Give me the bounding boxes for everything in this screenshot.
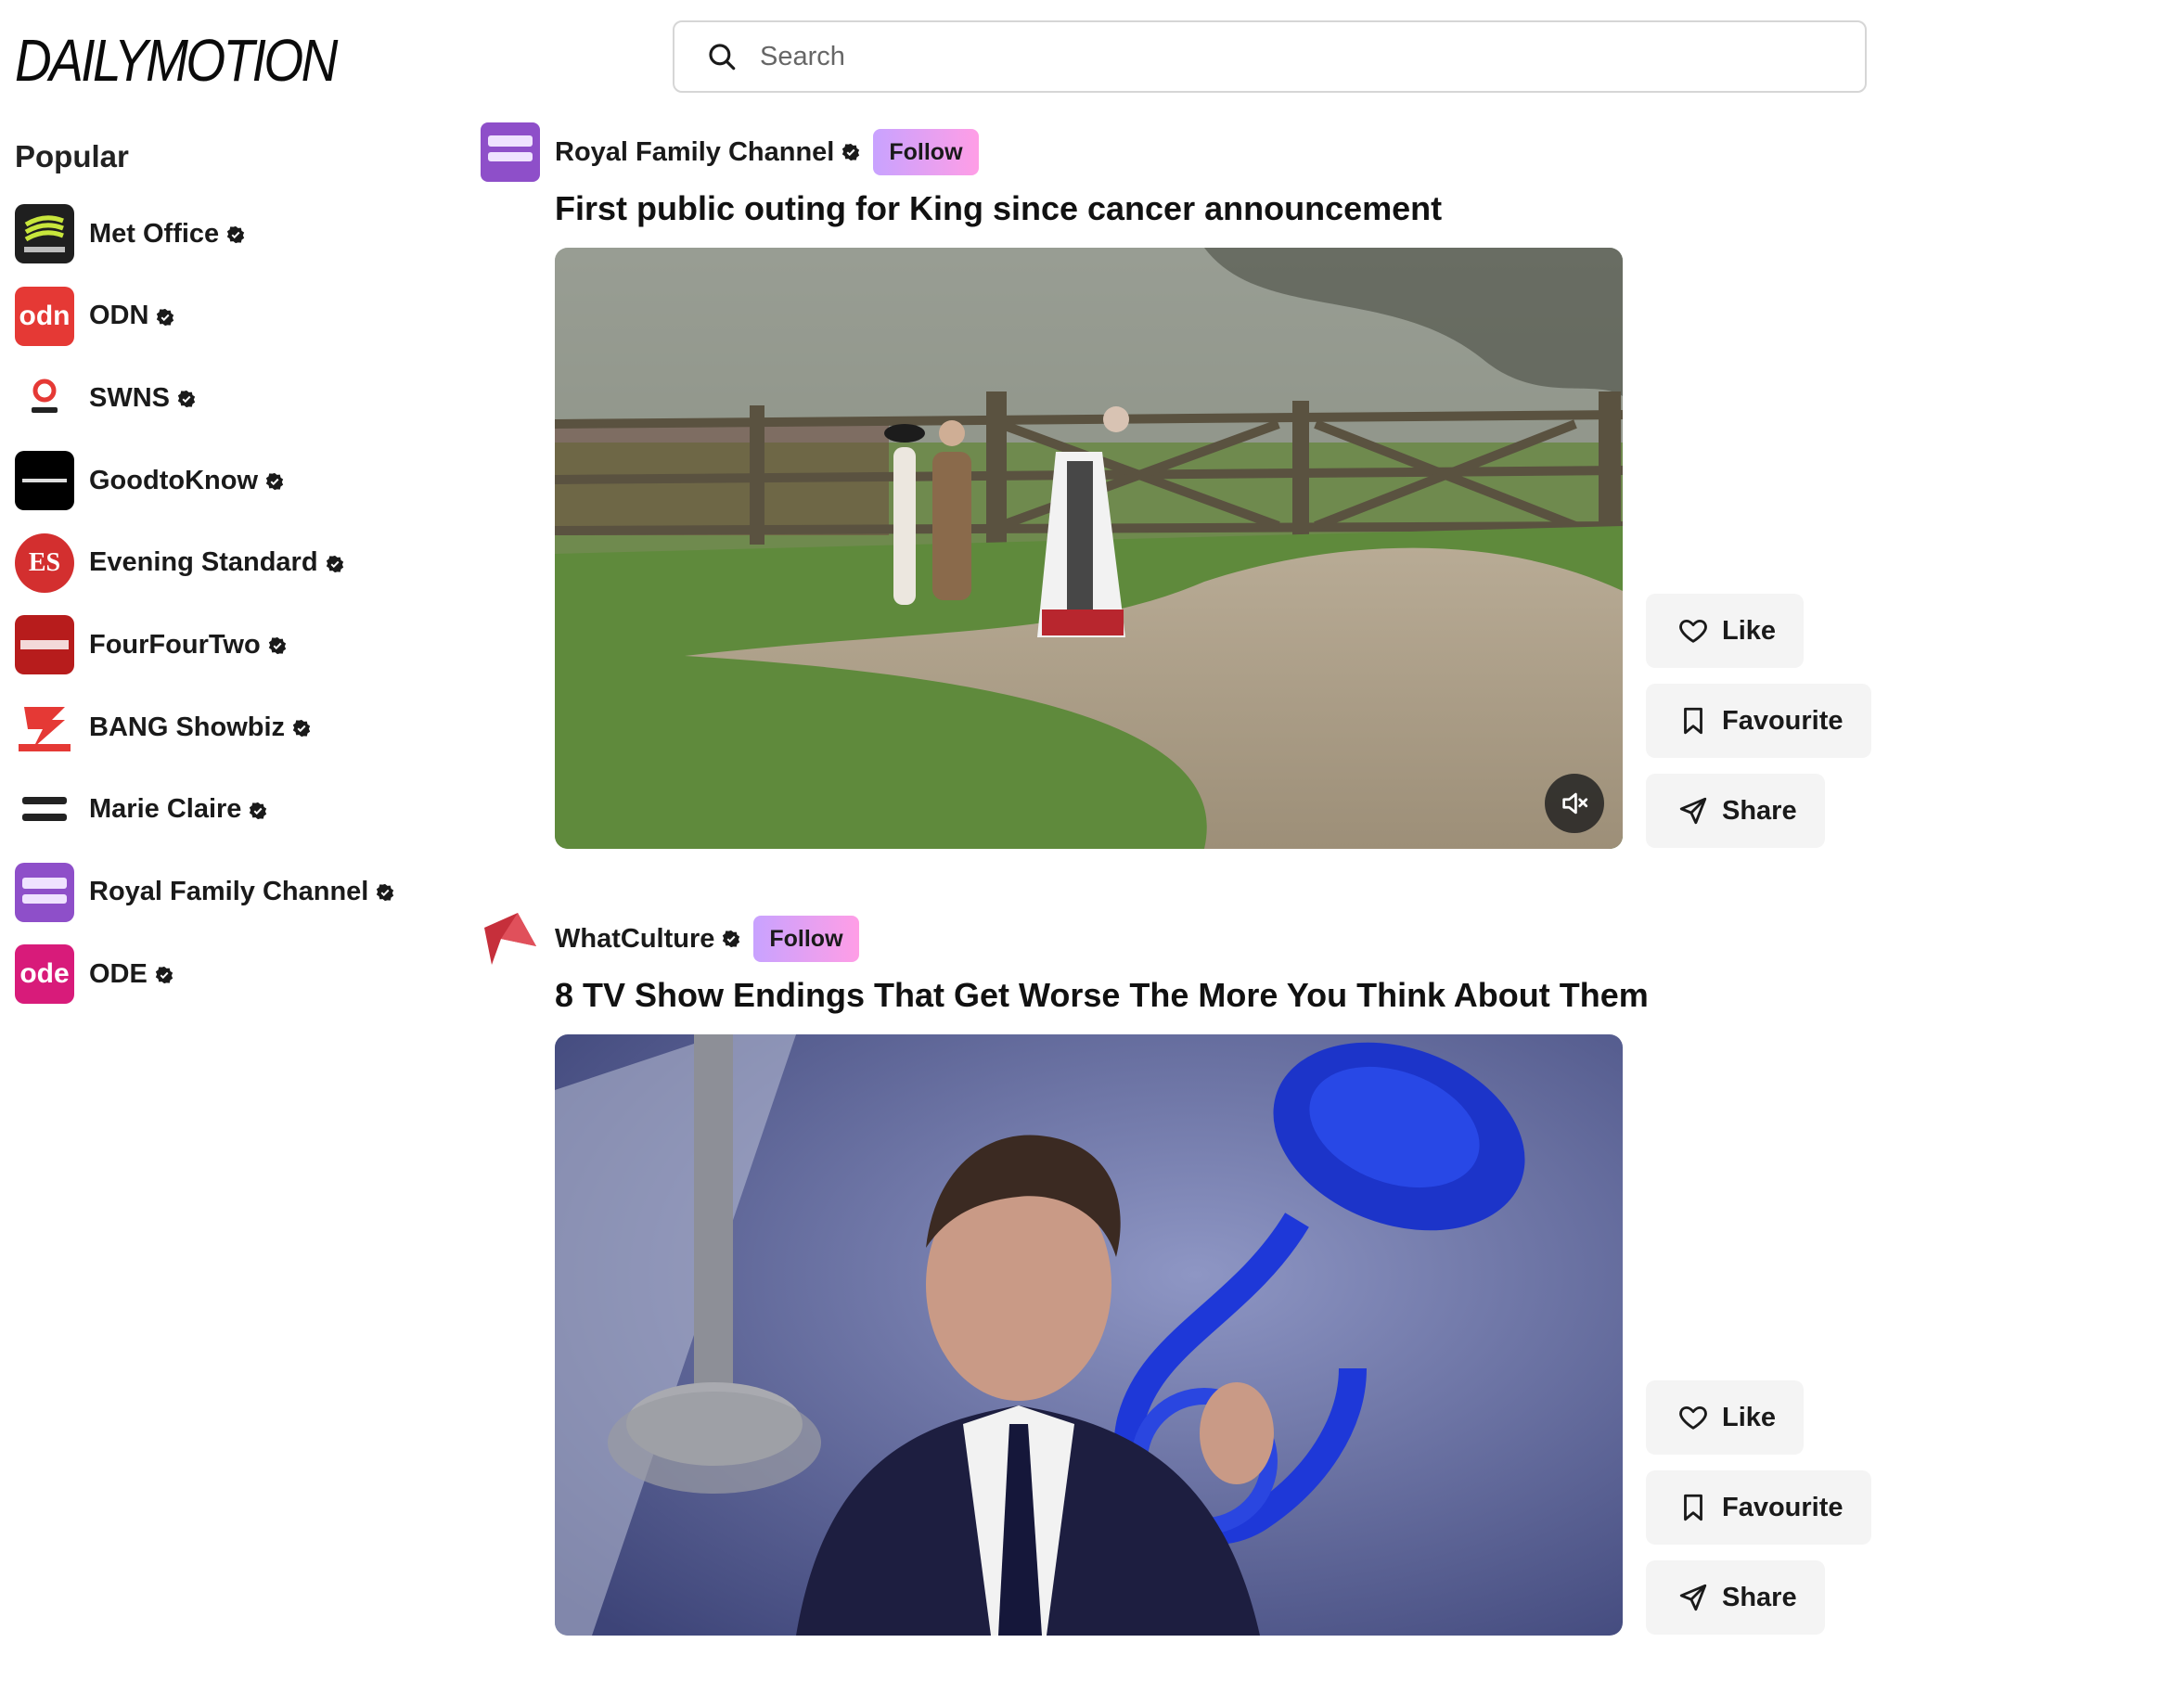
sidebar-item-fourfourtwo[interactable]: FourFourTwo — [15, 615, 394, 675]
verified-icon — [227, 225, 245, 244]
verified-icon — [265, 472, 284, 491]
verified-icon — [842, 143, 860, 161]
video-thumbnail — [555, 1034, 1623, 1636]
volume-muted-icon — [1562, 792, 1588, 815]
video-player[interactable] — [555, 248, 1623, 849]
heart-icon — [1679, 619, 1707, 643]
sidebar-item-label: BANG Showbiz — [89, 712, 311, 743]
verified-icon — [723, 930, 740, 948]
channel-name[interactable]: Royal Family Channel — [555, 137, 834, 168]
odn-avatar: odn — [15, 286, 74, 346]
sidebar-item-marie-claire[interactable]: Marie Claire — [15, 779, 394, 840]
search-input[interactable] — [758, 40, 1782, 73]
verified-icon — [155, 966, 173, 984]
like-button[interactable]: Like — [1646, 1380, 1805, 1455]
favourite-button[interactable]: Favourite — [1646, 684, 1871, 758]
share-label: Share — [1722, 1582, 1797, 1612]
video-card: Royal Family Channel Follow First public… — [481, 122, 1872, 855]
video-actions: Like Favourite Share — [1646, 1380, 1871, 1650]
mute-button[interactable] — [1545, 774, 1604, 833]
channel-row: Royal Family Channel Follow — [555, 128, 979, 176]
verified-icon — [157, 308, 174, 326]
heart-icon — [1679, 1405, 1707, 1430]
search-icon — [709, 44, 736, 71]
channel-avatar[interactable] — [481, 909, 540, 969]
follow-button[interactable]: Follow — [753, 916, 859, 962]
sidebar-item-label: GoodtoKnow — [89, 466, 284, 496]
sidebar-item-label: FourFourTwo — [89, 630, 287, 661]
channel-row: WhatCulture Follow — [555, 915, 859, 963]
send-icon — [1679, 797, 1707, 825]
video-title[interactable]: First public outing for King since cance… — [555, 189, 1442, 228]
evening-standard-avatar: ES — [15, 533, 74, 593]
share-label: Share — [1722, 795, 1797, 826]
marie-claire-avatar — [15, 779, 74, 840]
verified-icon — [250, 802, 267, 819]
sidebar-item-label: ODN — [89, 301, 174, 331]
sidebar-item-swns[interactable]: SWNS — [15, 368, 394, 429]
ode-avatar: ode — [15, 944, 74, 1005]
goodtoknow-avatar — [15, 451, 74, 511]
search-bar[interactable] — [673, 20, 1867, 93]
video-actions: Like Favourite Share — [1646, 594, 1871, 864]
share-button[interactable]: Share — [1646, 774, 1825, 848]
sidebar-item-label: ODE — [89, 959, 173, 990]
fourfourtwo-avatar — [15, 615, 74, 675]
channel-name[interactable]: WhatCulture — [555, 924, 714, 955]
sidebar-item-label: SWNS — [89, 383, 196, 414]
sidebar-item-met-office[interactable]: Met Office — [15, 204, 394, 263]
favourite-label: Favourite — [1722, 1492, 1844, 1522]
dailymotion-logo[interactable]: DAILYMOTION — [15, 26, 338, 95]
follow-button[interactable]: Follow — [873, 129, 979, 175]
video-player[interactable] — [555, 1034, 1623, 1636]
sidebar-title: Popular — [15, 139, 129, 173]
verified-icon — [377, 884, 394, 902]
sidebar-item-royal-family-channel[interactable]: Royal Family Channel — [15, 862, 394, 922]
like-label: Like — [1722, 615, 1777, 646]
sidebar-item-label: Evening Standard — [89, 547, 344, 578]
royal-family-avatar — [15, 862, 74, 922]
sidebar-item-label: Royal Family Channel — [89, 877, 394, 907]
sidebar-item-bang-showbiz[interactable]: BANG Showbiz — [15, 698, 394, 758]
channel-avatar[interactable] — [481, 122, 540, 182]
bookmark-icon — [1684, 1494, 1702, 1521]
met-office-avatar — [15, 204, 74, 263]
swns-avatar — [15, 368, 74, 429]
verified-icon — [268, 637, 286, 655]
video-title[interactable]: 8 TV Show Endings That Get Worse The Mor… — [555, 976, 1649, 1015]
video-card: WhatCulture Follow 8 TV Show Endings Tha… — [481, 909, 1872, 1642]
send-icon — [1679, 1584, 1707, 1611]
like-label: Like — [1722, 1402, 1777, 1432]
sidebar-item-ode[interactable]: ode ODE — [15, 944, 394, 1005]
popular-channel-list: Met Office odn ODN SWNS GoodtoKnow ES Ev… — [15, 204, 394, 1027]
verified-icon — [326, 555, 343, 572]
sidebar-item-label: Marie Claire — [89, 794, 267, 825]
favourite-button[interactable]: Favourite — [1646, 1470, 1871, 1545]
video-thumbnail — [555, 248, 1623, 849]
like-button[interactable]: Like — [1646, 594, 1805, 668]
bang-showbiz-avatar — [15, 698, 74, 758]
share-button[interactable]: Share — [1646, 1560, 1825, 1635]
favourite-label: Favourite — [1722, 705, 1844, 736]
verified-icon — [177, 391, 196, 408]
sidebar-item-goodtoknow[interactable]: GoodtoKnow — [15, 451, 394, 511]
verified-icon — [292, 719, 311, 738]
sidebar-item-label: Met Office — [89, 219, 245, 250]
bookmark-icon — [1684, 707, 1702, 735]
sidebar-item-evening-standard[interactable]: ES Evening Standard — [15, 533, 394, 593]
sidebar-item-odn[interactable]: odn ODN — [15, 286, 394, 346]
